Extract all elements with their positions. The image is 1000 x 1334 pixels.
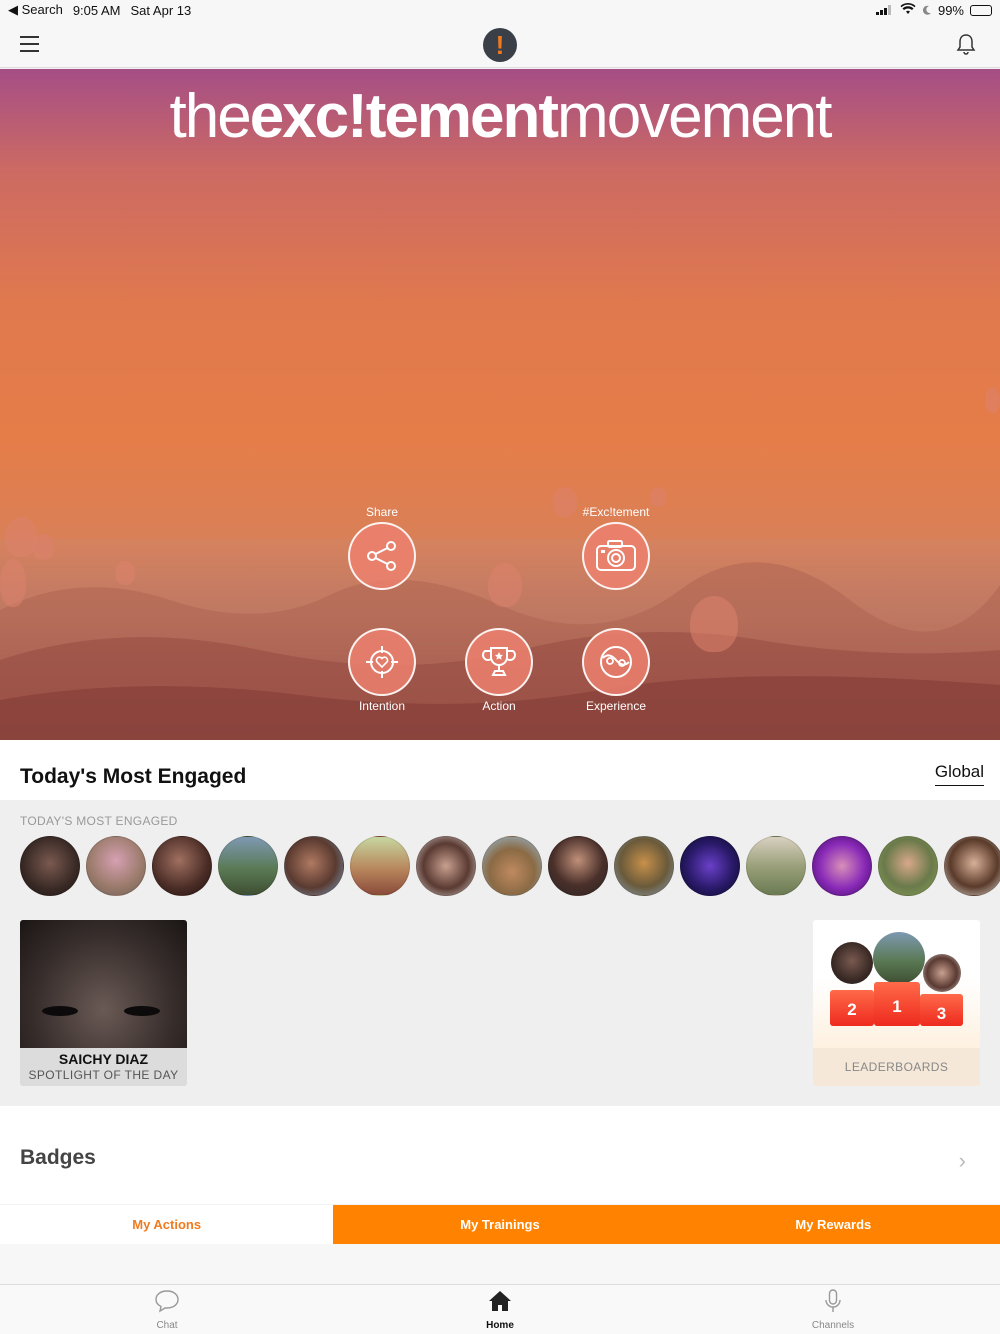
intention-button[interactable] — [348, 628, 416, 696]
leaderboards-card[interactable]: 2 1 3 LEADERBOARDS — [813, 920, 980, 1086]
avatar[interactable] — [482, 836, 542, 896]
microphone-icon — [825, 1289, 841, 1312]
excitement-camera-button[interactable] — [582, 522, 650, 590]
tab-my-actions[interactable]: My Actions — [0, 1205, 334, 1244]
tab-channels[interactable]: Channels — [793, 1289, 873, 1331]
avatar[interactable] — [20, 836, 80, 896]
podium-second: 2 — [830, 990, 874, 1026]
avatar[interactable] — [152, 836, 212, 896]
avatar[interactable] — [878, 836, 938, 896]
hero-banner: theexc!tementmovement Share #Exc!tement … — [0, 69, 1000, 740]
status-time: 9:05 AM — [72, 2, 121, 18]
avatar-carousel[interactable] — [20, 836, 1000, 896]
experience-label: Experience — [585, 699, 647, 713]
moon-icon — [922, 3, 932, 18]
app-logo-icon: ! — [483, 28, 517, 62]
wifi-icon — [900, 2, 916, 18]
share-button[interactable] — [348, 522, 416, 590]
tab-chat[interactable]: Chat — [127, 1289, 207, 1331]
leaderboard-avatar-1 — [873, 932, 925, 984]
avatar[interactable] — [614, 836, 674, 896]
podium-third: 3 — [920, 994, 963, 1026]
status-bar: ◀ Search 9:05 AM Sat Apr 13 99% — [0, 0, 1000, 20]
balloon-decoration — [0, 559, 26, 607]
tab-channels-label: Channels — [811, 1320, 855, 1331]
leaderboard-avatar-2 — [831, 942, 873, 984]
action-label: Action — [482, 699, 516, 713]
avatar[interactable] — [548, 836, 608, 896]
avatar[interactable] — [284, 836, 344, 896]
share-label: Share — [365, 505, 399, 519]
balloon-decoration — [32, 534, 54, 560]
global-scope-link[interactable]: Global — [934, 762, 984, 786]
status-date: Sat Apr 13 — [130, 2, 192, 18]
badges-tabs: My Actions My Trainings My Rewards — [0, 1205, 1000, 1244]
most-engaged-panel: TODAY'S MOST ENGAGED SAICHY DIAZ SPOTLIG… — [0, 800, 1000, 1106]
camera-icon — [596, 540, 636, 571]
chevron-right-icon[interactable]: › — [959, 1148, 966, 1174]
spotlight-caption: SPOTLIGHT OF THE DAY — [20, 1068, 187, 1086]
section-subtitle: TODAY'S MOST ENGAGED — [20, 814, 178, 828]
leaderboard-avatar-3 — [923, 954, 961, 992]
section-title: Today's Most Engaged — [20, 765, 247, 788]
tab-home[interactable]: Home — [460, 1289, 540, 1331]
bottom-tab-bar: Chat Home Channels — [0, 1284, 1000, 1334]
badges-tab-content — [0, 1244, 1000, 1284]
badges-title: Badges — [20, 1146, 96, 1169]
yin-yang-icon — [600, 646, 632, 678]
top-navbar: ! — [0, 20, 1000, 68]
tab-home-label: Home — [486, 1320, 514, 1331]
brand-wordmark: theexc!tementmovement — [169, 82, 832, 151]
badges-section[interactable]: Badges › — [0, 1106, 1000, 1204]
share-icon — [367, 541, 396, 571]
spotlight-photo — [20, 920, 187, 1048]
signal-icon — [875, 3, 894, 18]
balloon-decoration — [690, 596, 738, 652]
avatar[interactable] — [944, 836, 1000, 896]
spotlight-of-the-day-card[interactable]: SAICHY DIAZ SPOTLIGHT OF THE DAY — [20, 920, 187, 1086]
tab-my-trainings[interactable]: My Trainings — [333, 1205, 667, 1244]
avatar[interactable] — [218, 836, 278, 896]
tab-chat-label: Chat — [156, 1320, 178, 1331]
avatar[interactable] — [86, 836, 146, 896]
experience-button[interactable] — [582, 628, 650, 696]
tab-my-rewards[interactable]: My Rewards — [666, 1205, 1000, 1244]
avatar[interactable] — [680, 836, 740, 896]
balloon-decoration — [115, 561, 135, 585]
balloon-decoration — [650, 487, 666, 507]
back-to-search-link[interactable]: ◀ Search — [8, 2, 63, 18]
notifications-bell-icon[interactable] — [956, 33, 976, 55]
action-button[interactable] — [465, 628, 533, 696]
most-engaged-header: Today's Most Engaged Global — [0, 740, 1000, 800]
avatar[interactable] — [350, 836, 410, 896]
battery-icon — [970, 4, 992, 16]
intention-label: Intention — [358, 699, 406, 713]
target-heart-icon — [366, 646, 398, 678]
excitement-label: #Exc!tement — [582, 505, 650, 519]
chat-bubble-icon — [155, 1290, 179, 1313]
avatar[interactable] — [812, 836, 872, 896]
leaderboards-label: LEADERBOARDS — [813, 1048, 980, 1086]
menu-icon[interactable] — [20, 36, 39, 52]
home-icon — [489, 1291, 511, 1311]
balloon-decoration — [985, 387, 1000, 413]
trophy-icon — [482, 647, 516, 676]
podium-first: 1 — [874, 982, 920, 1026]
spotlight-name: SAICHY DIAZ — [20, 1048, 187, 1068]
avatar[interactable] — [416, 836, 476, 896]
balloon-decoration — [488, 563, 522, 607]
avatar[interactable] — [746, 836, 806, 896]
battery-percent: 99% — [937, 2, 964, 18]
